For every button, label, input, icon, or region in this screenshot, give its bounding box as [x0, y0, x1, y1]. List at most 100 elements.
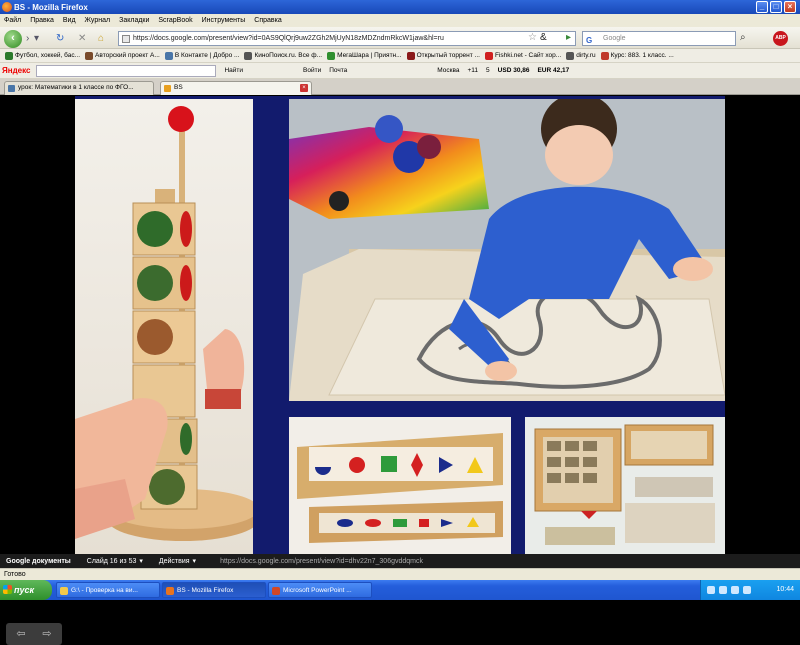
yandex-count[interactable]: 5 [486, 67, 490, 74]
yandex-toolbar: Яндекс Найти Войти Почта Москва +11 5 US… [0, 63, 800, 79]
url-text: https://docs.google.com/present/view?id=… [133, 35, 444, 42]
maximize-button[interactable]: □ [770, 1, 782, 13]
search-placeholder: Google [603, 35, 626, 42]
tab-favicon-icon [164, 85, 171, 92]
photo-tower-toy [75, 99, 253, 554]
bookmarks-toolbar: Футбол, хоккей, бас... Авторский проект … [0, 49, 800, 63]
search-magnifier-icon[interactable]: ⌕ [740, 32, 746, 43]
powerpoint-icon [272, 587, 280, 595]
bookmark-item[interactable]: Футбол, хоккей, бас... [5, 51, 80, 60]
tab-label: BS [174, 84, 183, 91]
tab-label: урок: Математики в 1 классе по ФГО... [18, 84, 134, 91]
bookmark-item[interactable]: В Контакте | Добро ... [164, 51, 239, 60]
forward-button[interactable]: › [26, 33, 29, 44]
menu-bookmarks[interactable]: Закладки [119, 17, 149, 24]
presentation-viewer: ⇦ ⇨ [0, 96, 800, 645]
bookmark-favicon-icon [484, 51, 493, 60]
menu-view[interactable]: Вид [63, 17, 76, 24]
yandex-mail-button[interactable]: Почта [329, 67, 347, 74]
firefox-icon [166, 587, 174, 595]
system-tray: 10:44 [700, 580, 800, 600]
cards-box-illustration [525, 417, 725, 554]
menu-history[interactable]: Журнал [85, 17, 111, 24]
yandex-search-input[interactable] [36, 64, 217, 77]
presentation-link[interactable]: https://docs.google.com/present/view?id=… [220, 558, 423, 565]
bookmark-star-icon[interactable]: ☆ [528, 32, 537, 43]
google-docs-logo[interactable]: Google документы [6, 558, 71, 565]
slide-navigation: ⇦ ⇨ [6, 623, 62, 645]
photo-shapes-box [289, 417, 511, 554]
previous-slide-button[interactable]: ⇦ [10, 627, 32, 641]
close-button[interactable]: × [784, 1, 796, 13]
menu-help[interactable]: Справка [254, 17, 281, 24]
taskbar-item-explorer[interactable]: G:\ - Проверка на ви... [56, 582, 160, 598]
taskbar-item-label: BS - Mozilla Firefox [177, 587, 234, 594]
yandex-weather[interactable]: +11 [468, 67, 479, 74]
go-arrow-icon[interactable]: ▸ [566, 32, 571, 43]
docs-toolbar: Google документы Слайд 16 из 53 ▾ Действ… [0, 554, 800, 568]
actions-menu[interactable]: Действия [159, 558, 190, 565]
reload-icon[interactable]: ↻ [56, 33, 64, 44]
bookmark-item[interactable]: Авторский проект А... [85, 51, 160, 60]
bookmark-favicon-icon [5, 51, 13, 60]
yandex-usd-rate[interactable]: USD 30,86 [498, 67, 530, 74]
scrapbook-icon[interactable]: & [540, 32, 547, 43]
bookmark-item[interactable]: КиноПоиск.ru. Все ф... [244, 51, 322, 60]
slide-counter[interactable]: Слайд 16 из 53 [87, 558, 137, 565]
start-label: пуск [14, 585, 35, 595]
yandex-login-button[interactable]: Войти [303, 67, 321, 74]
bookmark-item[interactable]: Открытый торрент ... [406, 51, 480, 60]
firefox-icon [2, 2, 12, 12]
tab-bar: урок: Математики в 1 классе по ФГО... BS… [0, 79, 800, 95]
tray-network-icon[interactable] [707, 586, 715, 594]
boy-sand-tray-illustration [289, 99, 725, 401]
shapes-box-illustration [289, 417, 511, 554]
slide [75, 96, 725, 554]
bookmark-item[interactable]: dirty.ru [566, 51, 596, 60]
next-slide-button[interactable]: ⇨ [36, 627, 58, 641]
google-search-icon: G [586, 36, 593, 45]
tower-toy-illustration [75, 106, 253, 541]
actions-chevron-icon[interactable]: ▾ [193, 557, 197, 565]
stop-icon[interactable]: ✕ [78, 33, 86, 44]
yandex-eur-rate[interactable]: EUR 42,17 [537, 67, 569, 74]
tray-keyboard-icon[interactable] [743, 586, 751, 594]
site-favicon [122, 35, 130, 43]
bookmark-favicon-icon [85, 51, 94, 60]
tab-favicon-icon [8, 85, 15, 92]
menu-scrapbook[interactable]: ScrapBook [158, 17, 192, 24]
taskbar-item-label: G:\ - Проверка на ви... [71, 587, 138, 594]
history-dropdown-icon[interactable]: ▾ [34, 33, 39, 44]
home-icon[interactable]: ⌂ [98, 33, 104, 44]
tray-antivirus-icon[interactable] [731, 586, 739, 594]
navigation-toolbar: ‹ › ▾ ↻ ✕ ⌂ https://docs.google.com/pres… [0, 27, 800, 49]
minimize-button[interactable]: _ [756, 1, 768, 13]
menu-file[interactable]: Файл [4, 17, 21, 24]
menu-edit[interactable]: Правка [30, 17, 54, 24]
taskbar-item-label: Microsoft PowerPoint ... [283, 587, 352, 594]
menu-bar: Файл Правка Вид Журнал Закладки ScrapBoo… [0, 14, 800, 27]
url-bar[interactable]: https://docs.google.com/present/view?id=… [118, 31, 576, 46]
tab-lesson[interactable]: урок: Математики в 1 классе по ФГО... [4, 81, 154, 95]
yandex-logo[interactable]: Яндекс [2, 66, 30, 75]
bookmark-item[interactable]: МегаШара | Приятн... [327, 51, 402, 60]
taskbar-item-firefox[interactable]: BS - Mozilla Firefox [162, 582, 266, 598]
menu-tools[interactable]: Инструменты [202, 17, 246, 24]
title-bar: BS - Mozilla Firefox _ □ × [0, 0, 800, 14]
taskbar-item-powerpoint[interactable]: Microsoft PowerPoint ... [268, 582, 372, 598]
search-input[interactable]: G Google [582, 31, 736, 46]
adblock-icon[interactable]: ABP [773, 31, 788, 46]
back-button[interactable]: ‹ [4, 30, 22, 48]
slide-counter-chevron-icon[interactable]: ▾ [139, 557, 143, 565]
yandex-find-button[interactable]: Найти [224, 67, 243, 74]
close-tab-icon[interactable]: × [300, 84, 308, 92]
yandex-city[interactable]: Москва [437, 67, 459, 74]
bookmark-favicon-icon [164, 51, 173, 60]
bookmark-item[interactable]: Курс: 883. 1 класс. ... [600, 51, 674, 60]
tab-bs[interactable]: BS × [160, 81, 312, 95]
bookmark-item[interactable]: Fishki.net - Сайт хор... [484, 51, 561, 60]
tray-volume-icon[interactable] [719, 586, 727, 594]
start-button[interactable]: пуск [0, 580, 52, 600]
status-text: Готово [4, 571, 26, 578]
clock[interactable]: 10:44 [776, 580, 794, 600]
